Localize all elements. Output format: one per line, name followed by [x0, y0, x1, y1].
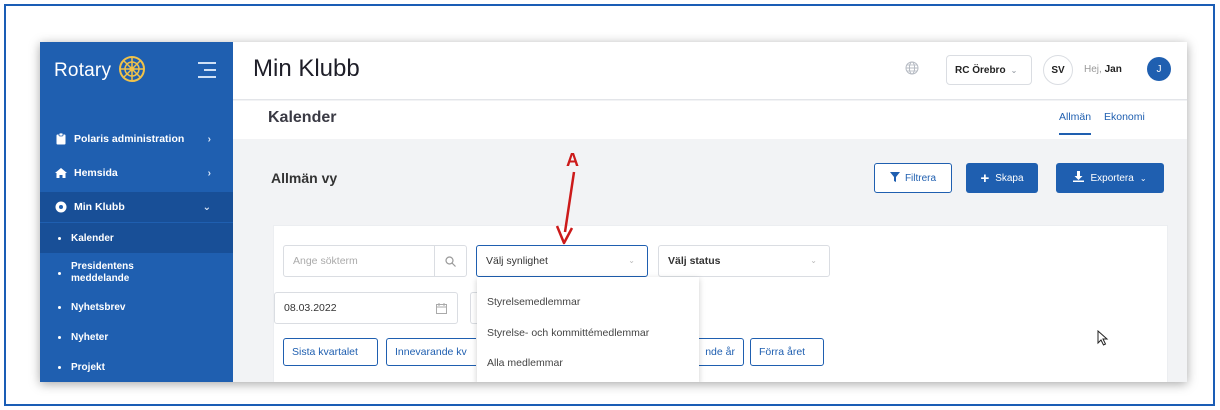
visibility-option-alla[interactable]: Alla medlemmar [487, 357, 563, 369]
last-quarter-button[interactable]: Sista kvartalet [283, 338, 378, 366]
last-year-button[interactable]: Förra året [750, 338, 824, 366]
sidebar-subitem-label: Nyheter [71, 331, 109, 343]
chevron-right-icon: › [207, 133, 211, 145]
sidebar-item-polaris[interactable]: Polaris administration › [40, 124, 233, 154]
search-icon[interactable] [434, 246, 466, 276]
create-button-label: Skapa [995, 172, 1024, 184]
search-placeholder: Ange sökterm [293, 255, 358, 267]
app-title: Min Klubb [253, 55, 360, 82]
sidebar-item-hemsida[interactable]: Hemsida › [40, 158, 233, 188]
chevron-down-icon: ⌄ [1010, 65, 1018, 75]
user-greeting: Hej, Jan [1084, 64, 1122, 75]
chevron-down-icon: ⌄ [810, 256, 817, 265]
sidebar-subitem-label: Nyhetsbrev [71, 301, 126, 313]
rotary-logo-text: Rotary [54, 60, 112, 81]
filter-button-label: Filtrera [904, 172, 937, 184]
view-title: Allmän vy [271, 170, 338, 186]
bullet-icon [58, 305, 61, 309]
sidebar-item-label: Polaris administration [74, 133, 185, 145]
sidebar: Rotary Polaris administration › Hemsida … [40, 42, 233, 382]
rotary-wheel-logo-icon [117, 54, 147, 89]
plus-icon: + [980, 169, 990, 187]
rotary-wheel-icon [54, 201, 68, 213]
chevron-down-icon: ⌄ [628, 256, 635, 265]
avatar[interactable]: J [1147, 57, 1171, 81]
globe-icon[interactable] [905, 61, 919, 80]
language-button[interactable]: SV [1043, 55, 1073, 85]
sidebar-subitem-nyhetsbrev[interactable]: Nyhetsbrev [40, 293, 233, 321]
chevron-down-icon: ⌄ [1139, 173, 1147, 183]
visibility-option-styrelse-kommitte[interactable]: Styrelse- och kommittémedlemmar [487, 327, 649, 339]
bullet-icon [58, 335, 61, 339]
visibility-dropdown-menu: Styrelsemedlemmar Styrelse- och kommitté… [477, 277, 699, 382]
sidebar-subitem-kalender[interactable]: Kalender [40, 223, 233, 253]
collapse-menu-icon[interactable] [198, 62, 216, 83]
search-input[interactable]: Ange sökterm [283, 245, 467, 277]
sidebar-subitem-label: Kalender [71, 232, 114, 244]
sidebar-subitem-label: Presidentens meddelande [71, 261, 134, 284]
status-select[interactable]: Välj status ⌄ [658, 245, 830, 277]
club-selector-label: RC Örebro [955, 64, 1006, 76]
visibility-select-value: Välj synlighet [486, 255, 548, 267]
bullet-icon [58, 271, 61, 275]
export-button-label: Exportera [1090, 172, 1134, 184]
status-select-value: Välj status [668, 255, 721, 267]
visibility-select[interactable]: Välj synlighet ⌄ [476, 245, 648, 277]
mouse-pointer-icon [1097, 330, 1109, 346]
top-bar: Min Klubb RC Örebro ⌄ SV Hej, Jan J [233, 42, 1187, 100]
calendar-icon[interactable] [425, 293, 457, 323]
download-icon [1073, 171, 1085, 185]
filter-icon [889, 171, 900, 185]
current-quarter-button[interactable]: Innevarande kv [386, 338, 476, 366]
tab-allman[interactable]: Allmän [1059, 111, 1092, 135]
app-window: Rotary Polaris administration › Hemsida … [40, 42, 1187, 382]
date-value: 08.03.2022 [284, 302, 337, 314]
annotation-label: A [566, 150, 579, 170]
club-selector[interactable]: RC Örebro ⌄ [946, 55, 1032, 85]
sidebar-subitem-projekt[interactable]: Projekt [40, 353, 233, 381]
export-button[interactable]: Exportera ⌄ [1056, 163, 1164, 193]
chevron-right-icon: › [207, 167, 211, 179]
clipboard-icon [54, 133, 68, 145]
sidebar-subitem-label: Projekt [71, 361, 105, 373]
sidebar-subitem-presidentens-meddelande[interactable]: Presidentens meddelande [40, 255, 233, 291]
sidebar-item-min-klubb[interactable]: Min Klubb ⌄ [40, 192, 233, 222]
chevron-down-icon: ⌄ [202, 201, 211, 213]
page-header: Kalender Allmän Ekonomi [233, 101, 1187, 139]
visibility-option-styrelse[interactable]: Styrelsemedlemmar [487, 296, 580, 308]
bullet-icon [58, 365, 61, 369]
home-icon [54, 167, 68, 179]
page-title: Kalender [268, 109, 337, 126]
sidebar-item-label: Min Klubb [74, 201, 125, 213]
date-input[interactable]: 08.03.2022 [274, 292, 458, 324]
bullet-icon [58, 236, 61, 240]
create-button[interactable]: + Skapa [966, 163, 1038, 193]
sidebar-item-label: Hemsida [74, 167, 118, 179]
tab-ekonomi[interactable]: Ekonomi [1104, 111, 1145, 123]
annotation-arrow-icon [555, 171, 576, 245]
sidebar-subitem-nyheter[interactable]: Nyheter [40, 323, 233, 351]
filter-button[interactable]: Filtrera [874, 163, 952, 193]
